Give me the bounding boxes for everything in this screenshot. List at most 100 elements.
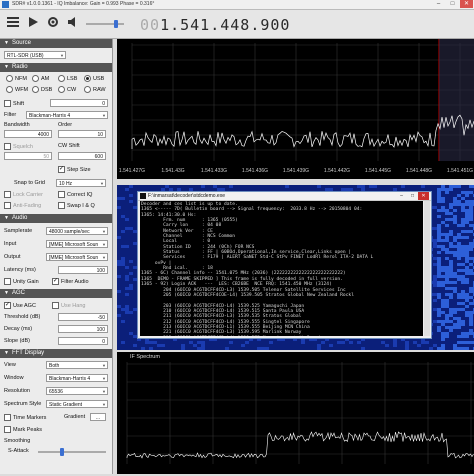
- latency-field[interactable]: 100: [58, 266, 108, 274]
- bandwidth-field[interactable]: 4000: [4, 130, 52, 138]
- s-attack-slider[interactable]: [38, 451, 106, 453]
- bandwidth-label: Bandwidth: [4, 122, 30, 128]
- frequency-display[interactable]: 001.541.448.900: [140, 16, 290, 34]
- snap-label: Snap to Grid: [14, 180, 45, 186]
- spectrum-plot: 1.541.427G 1.541.43G 1.541.433G 1.541.436G 1…: [117, 39, 474, 179]
- console-title-bar: F:\inmarsat\decoder\stdcdemo.exe – □ ✕: [138, 192, 431, 201]
- squelch-checkbox[interactable]: Squelch: [4, 143, 33, 150]
- spectrum-x-label: 1.541.451G: [447, 168, 473, 174]
- radio-section-header[interactable]: ▼Radio: [0, 63, 112, 72]
- samplerate-select[interactable]: 48000 sample/sec▼: [46, 227, 108, 235]
- mode-radio-am[interactable]: AM: [32, 75, 49, 82]
- output-label: Output: [4, 254, 21, 260]
- mode-radio-raw[interactable]: RAW: [84, 86, 106, 93]
- mode-radio-nfm[interactable]: NFM: [6, 75, 27, 82]
- console-maximize-button[interactable]: □: [407, 192, 418, 200]
- app-icon: [2, 1, 9, 8]
- decay-field[interactable]: 100: [58, 325, 108, 333]
- console-output: Decoder and ces list is up to date.1365 …: [140, 201, 423, 336]
- mode-radio-lsb[interactable]: LSB: [58, 75, 77, 82]
- spectrum-x-label: 1.541.445G: [365, 168, 391, 174]
- correct-iq-checkbox[interactable]: Correct IQ: [58, 191, 92, 198]
- window-label: Window: [4, 375, 24, 381]
- slope-label: Slope (dB): [4, 338, 30, 344]
- console-close-button[interactable]: ✕: [418, 192, 429, 200]
- window-title-bar: SDR# v1.0.0.1361 - IQ Imbalance: Gain = …: [0, 0, 474, 10]
- mark-peaks-checkbox[interactable]: Mark Peaks: [4, 426, 42, 433]
- input-label: Input: [4, 241, 16, 247]
- agc-section-header[interactable]: ▼AGC: [0, 289, 112, 298]
- gear-icon[interactable]: [46, 15, 60, 29]
- console-icon: [140, 193, 146, 199]
- cw-shift-label: CW Shift: [58, 143, 80, 149]
- resolution-select[interactable]: 65536▼: [46, 387, 108, 395]
- filter-label: Filter: [4, 112, 16, 118]
- gradient-label: Gradient: [64, 414, 85, 420]
- anti-fading-checkbox[interactable]: Anti-Fading: [4, 202, 41, 209]
- lock-carrier-checkbox[interactable]: Lock Carrier: [4, 191, 43, 198]
- swap-iq-checkbox[interactable]: Swap I & Q: [58, 202, 95, 209]
- threshold-field[interactable]: -50: [58, 313, 108, 321]
- use-hang-checkbox[interactable]: Use Hang: [52, 302, 85, 309]
- minimize-button[interactable]: –: [432, 0, 445, 8]
- time-markers-checkbox[interactable]: Time Markers: [4, 414, 46, 421]
- frequency-value: 1.541.448.900: [160, 16, 290, 34]
- speaker-icon[interactable]: [66, 15, 80, 29]
- slope-field[interactable]: 0: [58, 337, 108, 345]
- spectrum-x-label: 1.541.43G: [161, 168, 184, 174]
- play-icon[interactable]: [26, 15, 40, 29]
- spectrum-style-select[interactable]: Static Gradient▼: [46, 400, 108, 408]
- filter-audio-checkbox[interactable]: Filter Audio: [52, 278, 89, 285]
- resolution-label: Resolution: [4, 388, 30, 394]
- console-minimize-button[interactable]: –: [396, 192, 407, 200]
- close-button[interactable]: ✕: [460, 0, 473, 8]
- if-spectrum-plot: [117, 352, 474, 474]
- decay-label: Decay (ms): [4, 326, 32, 332]
- latency-label: Latency (ms): [4, 267, 36, 273]
- view-select[interactable]: Both▼: [46, 361, 108, 369]
- spectrum-x-label: 1.541.436G: [242, 168, 268, 174]
- unity-gain-checkbox[interactable]: Unity Gain: [4, 278, 39, 285]
- samplerate-label: Samplerate: [4, 228, 32, 234]
- input-select[interactable]: [MME] Microsoft Soun▼: [46, 240, 108, 248]
- frequency-leading-zeros: 00: [140, 16, 160, 34]
- if-spectrum-panel[interactable]: IF Spectrum: [117, 352, 474, 474]
- threshold-label: Threshold (dB): [4, 314, 40, 320]
- filter-select[interactable]: Blackman-Harris 4▼: [26, 111, 108, 119]
- s-attack-label: S-Attack: [8, 448, 29, 454]
- smoothing-label: Smoothing: [4, 438, 30, 444]
- order-field[interactable]: 10: [58, 130, 106, 138]
- spectrum-x-label: 1.541.433G: [201, 168, 227, 174]
- volume-slider[interactable]: [86, 23, 124, 25]
- cw-shift-field[interactable]: 600: [58, 152, 106, 160]
- use-agc-checkbox[interactable]: Use AGC: [4, 302, 36, 309]
- source-section-header[interactable]: ▼Source: [0, 39, 112, 48]
- step-size-checkbox[interactable]: Step Size: [58, 166, 91, 173]
- mode-radio-cw[interactable]: CW: [58, 86, 76, 93]
- snap-select[interactable]: 10 Hz▼: [56, 179, 106, 187]
- shift-value[interactable]: 0: [50, 99, 108, 107]
- output-select[interactable]: [MME] Microsoft Soun▼: [46, 253, 108, 261]
- spectrum-x-label: 1.541.448G: [406, 168, 432, 174]
- toolbar: 001.541.448.900: [0, 10, 474, 39]
- mode-radio-wfm[interactable]: WFM: [6, 86, 28, 93]
- squelch-field[interactable]: 50: [4, 152, 52, 160]
- shift-checkbox[interactable]: Shift: [4, 100, 24, 107]
- window-title: SDR# v1.0.0.1361 - IQ Imbalance: Gain = …: [12, 1, 154, 7]
- spectrum-analyzer[interactable]: 1.541.427G 1.541.43G 1.541.433G 1.541.436G 1…: [117, 39, 474, 179]
- console-scrollbar[interactable]: [424, 201, 430, 336]
- maximize-button[interactable]: □: [446, 0, 459, 8]
- if-spectrum-title: IF Spectrum: [130, 354, 160, 360]
- audio-section-header[interactable]: ▼Audio: [0, 214, 112, 223]
- menu-icon[interactable]: [6, 15, 20, 29]
- console-title: F:\inmarsat\decoder\stdcdemo.exe: [148, 192, 225, 200]
- order-label: Order: [58, 122, 72, 128]
- window-select[interactable]: Blackman-Harris 4▼: [46, 374, 108, 382]
- decoder-console-window[interactable]: F:\inmarsat\decoder\stdcdemo.exe – □ ✕ D…: [137, 191, 432, 339]
- gradient-button[interactable]: ...: [90, 413, 106, 421]
- mode-radio-dsb[interactable]: DSB: [32, 86, 52, 93]
- source-device-select[interactable]: RTL-SDR (USB)▼: [4, 51, 66, 59]
- mode-radio-usb[interactable]: USB: [84, 75, 104, 82]
- fft-display-section-header[interactable]: ▼FFT Display: [0, 349, 112, 358]
- spectrum-x-label: 1.541.427G: [119, 168, 145, 174]
